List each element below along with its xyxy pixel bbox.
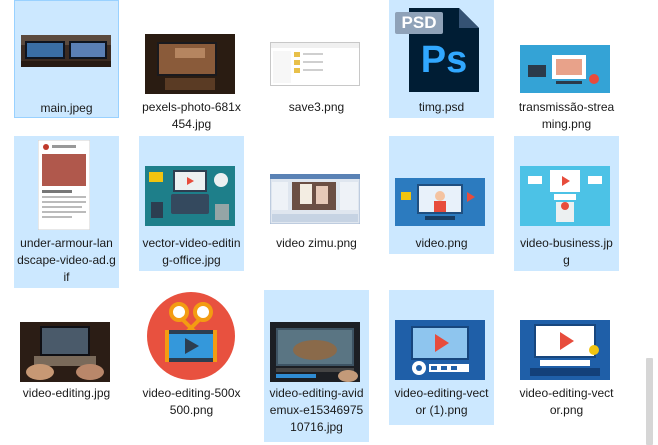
file-label: main.jpeg (40, 101, 93, 115)
photoshop-file-icon: Ps PSD (395, 6, 483, 94)
file-label: video zimu.png (276, 236, 357, 250)
file-label: video-editing.jpg (22, 386, 111, 400)
file-item-timg-psd[interactable]: Ps PSD timg.psd (389, 0, 494, 118)
file-item-video-editing-jpg[interactable]: video-editing.jpg (14, 290, 119, 425)
file-item-editing-vector[interactable]: video-editing-vector.png (514, 290, 619, 425)
video-editor-screenshot-icon (270, 174, 360, 224)
file-item-video-zimu[interactable]: video zimu.png (264, 136, 369, 254)
file-label: video-editing-avidemux-e1534697510716.jp… (269, 386, 364, 434)
monitors-photo-icon (21, 35, 111, 67)
file-label: save3.png (288, 100, 345, 114)
file-label: vector-video-editing-office.jpg (142, 236, 241, 267)
file-item-save3[interactable]: save3.png (264, 0, 369, 118)
file-label: pexels-photo-681x454.jpg (142, 100, 241, 131)
file-item-video-business[interactable]: video-business.jpg (514, 136, 619, 271)
scrollbar-thumb[interactable] (646, 358, 653, 445)
psd-badge: PSD (395, 12, 443, 34)
streaming-illustration-icon (520, 45, 610, 93)
explorer-window-icon (270, 42, 360, 86)
file-label: video-editing-500x500.png (142, 386, 241, 417)
video-business-icon (520, 166, 610, 226)
file-grid: main.jpeg pexels-photo-681x454.jpg save3… (0, 0, 640, 445)
file-label: video-editing-vector (1).png (394, 386, 489, 417)
editing-vector-icon-2 (520, 320, 610, 380)
file-item-editing-vector-1[interactable]: video-editing-vector (1).png (389, 290, 494, 425)
editing-vector-icon-1 (395, 320, 485, 380)
file-label: transmissão-streaming.png (518, 100, 615, 131)
file-item-video-editing-500[interactable]: video-editing-500x500.png (139, 290, 244, 425)
file-label: timg.psd (418, 100, 465, 114)
file-item-transmissao[interactable]: transmissão-streaming.png (514, 0, 619, 135)
avidemux-screenshot-icon (270, 322, 360, 382)
vertical-scrollbar[interactable] (641, 0, 658, 445)
file-item-avidemux[interactable]: video-editing-avidemux-e1534697510716.jp… (264, 290, 369, 442)
file-label: under-armour-landscape-video-ad.gif (17, 236, 116, 284)
file-item-video[interactable]: video.png (389, 136, 494, 254)
file-label: video-editing-vector.png (519, 386, 614, 417)
editing-desk-photo-icon (145, 34, 235, 94)
svg-text:Ps: Ps (421, 39, 467, 81)
film-clapper-icon (147, 292, 235, 380)
file-item-pexels-photo[interactable]: pexels-photo-681x454.jpg (139, 0, 244, 135)
desk-vector-icon (145, 166, 235, 226)
file-item-vector-office[interactable]: vector-video-editing-office.jpg (139, 136, 244, 271)
file-label: video-business.jpg (520, 236, 613, 267)
file-item-under-armour[interactable]: under-armour-landscape-video-ad.gif (14, 136, 119, 288)
file-item-main[interactable]: main.jpeg (14, 0, 119, 118)
video-presenter-icon (395, 178, 485, 226)
laptop-editing-photo-icon (20, 322, 110, 382)
file-label: video.png (415, 236, 468, 250)
social-post-icon (38, 140, 90, 230)
